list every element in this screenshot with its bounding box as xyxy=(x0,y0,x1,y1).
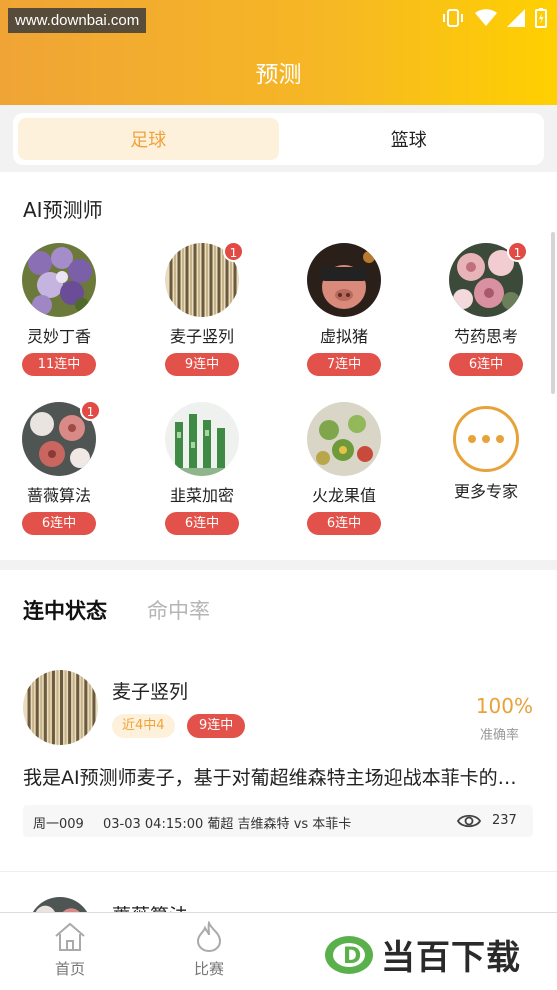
expert-name: 韭菜加密 xyxy=(169,486,234,505)
avatar-dragonfruit xyxy=(307,402,381,476)
card-avatar[interactable] xyxy=(23,670,98,745)
flame-icon xyxy=(196,921,222,953)
match-details: 03-03 04:15:00 葡超 吉维森特 vs 本菲卡 xyxy=(103,817,352,832)
avatar-lilac xyxy=(22,243,96,317)
brand-watermark: D 当百下载 xyxy=(323,930,521,979)
svg-text:D: D xyxy=(343,944,361,969)
expert-card[interactable]: 虚拟猪 7连中 xyxy=(289,243,399,376)
nav-home-label: 首页 xyxy=(54,960,85,978)
expert-name: 芍药思考 xyxy=(453,327,518,346)
accuracy-value: 100% xyxy=(475,694,533,718)
ai-predictor-section: AI预测师 灵妙丁香 11连中 1 麦子竖列 9连中 虚拟猪 7连中 1 芍药思… xyxy=(0,172,557,560)
accuracy-label: 准确率 xyxy=(479,728,519,743)
match-code: 周一009 xyxy=(33,817,84,832)
streak-badge: 7连中 xyxy=(307,353,381,376)
eye-icon xyxy=(457,814,481,828)
recent-record-tag: 近4中4 xyxy=(112,714,175,738)
streak-status-section: 连中状态 命中率 麦子竖列 近4中4 9连中 100% 准确率 我是AI预测师麦… xyxy=(0,570,557,961)
streak-badge: 11连中 xyxy=(22,353,96,376)
tab-streak-status[interactable]: 连中状态 xyxy=(23,595,107,625)
more-experts-label: 更多专家 xyxy=(453,482,518,501)
wifi-icon xyxy=(475,9,497,26)
expert-name: 火龙果值 xyxy=(311,486,376,505)
status-bar-icons xyxy=(441,8,547,28)
nav-matches-label: 比赛 xyxy=(193,960,224,978)
tab-hit-rate[interactable]: 命中率 xyxy=(147,595,210,625)
notification-badge: 1 xyxy=(80,400,101,421)
tab-basketball[interactable]: 篮球 xyxy=(279,118,540,160)
expert-card[interactable]: 灵妙丁香 11连中 xyxy=(4,243,114,376)
view-count: 237 xyxy=(492,813,517,828)
watermark-label: www.downbai.com xyxy=(8,8,147,33)
more-experts-button[interactable]: 更多专家 xyxy=(431,402,541,503)
scroll-indicator[interactable] xyxy=(551,232,555,394)
more-icon xyxy=(453,406,519,472)
section-title: AI预测师 xyxy=(23,198,103,222)
brand-text: 当百下载 xyxy=(381,938,521,978)
streak-badge: 6连中 xyxy=(165,512,239,535)
notification-badge: 1 xyxy=(223,241,244,262)
tab-football[interactable]: 足球 xyxy=(18,118,279,160)
notification-badge: 1 xyxy=(507,241,528,262)
prediction-summary[interactable]: 我是AI预测师麦子，基于对葡超维森特主场迎战本菲卡的比赛分析 xyxy=(23,763,533,790)
signal-icon xyxy=(507,9,525,27)
match-info-strip[interactable]: 周一009 03-03 04:15:00 葡超 吉维森特 vs 本菲卡 237 xyxy=(23,805,533,837)
avatar-chives xyxy=(165,402,239,476)
card-expert-name[interactable]: 麦子竖列 xyxy=(112,677,188,704)
page-title: 预测 xyxy=(255,62,302,88)
expert-name: 灵妙丁香 xyxy=(26,327,91,346)
divider xyxy=(0,871,557,872)
expert-name: 麦子竖列 xyxy=(169,327,234,346)
streak-badge: 6连中 xyxy=(307,512,381,535)
expert-name: 蔷薇算法 xyxy=(26,486,91,505)
nav-home[interactable]: 首页 xyxy=(30,921,110,979)
expert-card[interactable]: 1 芍药思考 6连中 xyxy=(431,241,541,376)
streak-badge: 9连中 xyxy=(187,714,246,738)
sport-tabs-container: 足球 篮球 xyxy=(0,105,557,170)
brand-logo-icon: D xyxy=(325,935,373,974)
bottom-navigation: 首页 比赛 D 当百下载 xyxy=(0,912,557,990)
battery-icon xyxy=(535,8,547,28)
home-icon xyxy=(55,922,85,951)
avatar-vr-pig xyxy=(307,243,381,317)
streak-badge: 6连中 xyxy=(449,353,523,376)
sport-tabs: 足球 篮球 xyxy=(13,113,544,165)
expert-card[interactable]: 1 蔷薇算法 6连中 xyxy=(4,400,114,535)
expert-card[interactable]: 1 麦子竖列 9连中 xyxy=(147,241,257,376)
app-header: www.downbai.com 预测 xyxy=(0,0,557,105)
streak-badge: 9连中 xyxy=(165,353,239,376)
streak-badge: 6连中 xyxy=(22,512,96,535)
expert-name: 虚拟猪 xyxy=(319,327,368,346)
vibrate-icon xyxy=(443,9,463,27)
expert-card[interactable]: 韭菜加密 6连中 xyxy=(147,402,257,535)
nav-matches[interactable]: 比赛 xyxy=(169,921,249,979)
avatar-wheat xyxy=(23,670,98,745)
expert-card[interactable]: 火龙果值 6连中 xyxy=(289,402,399,535)
